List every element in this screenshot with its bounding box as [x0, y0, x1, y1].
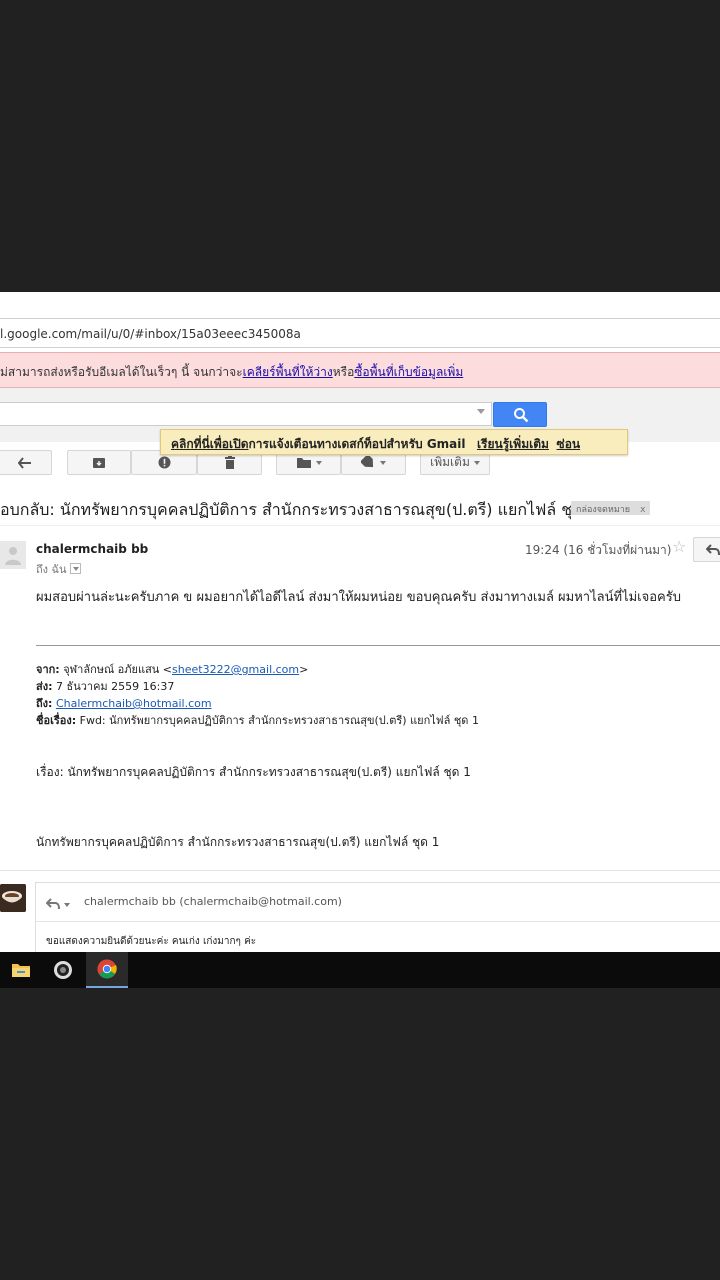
desktop-notification-prompt: คลิกที่นี่เพื่อเปิดการแจ้งเตือนทางเดสก์ท… [160, 429, 628, 455]
storage-alert-bar: ม่สามารถส่งหรือรับอีเมลได้ในเร็วๆ นี้ จน… [0, 352, 720, 388]
reply-button[interactable] [693, 537, 720, 562]
folder-icon [12, 964, 30, 977]
reply-divider [0, 870, 720, 871]
search-options-caret-icon[interactable] [477, 409, 485, 414]
archive-button[interactable] [67, 450, 131, 475]
chevron-down-icon [315, 460, 322, 465]
quoted-subject-label: ชื่อเรื่อง: [36, 714, 77, 727]
hide-prompt-link[interactable]: ซ่อน [557, 437, 581, 451]
taskbar-app[interactable] [42, 952, 84, 988]
spam-icon [158, 456, 170, 469]
alert-prefix: ม่สามารถส่งหรือรับอีเมลได้ในเร็วๆ นี้ จน… [0, 365, 243, 379]
reply-type-selector[interactable] [45, 895, 70, 914]
search-icon [514, 408, 529, 423]
avatar [0, 884, 26, 912]
quoted-to-label: ถึง: [36, 697, 53, 710]
message-body: ผมสอบผ่านล่ะนะครับภาค ข ผมอยากได้ไอดีไลน… [36, 590, 681, 605]
quoted-from-label: จาก: [36, 663, 60, 676]
search-input[interactable] [0, 402, 492, 426]
back-to-inbox-button[interactable] [0, 450, 52, 475]
quoted-to-email-link[interactable]: Chalermchaib@hotmail.com [56, 697, 212, 710]
screen-area: l.google.com/mail/u/0/#inbox/15a03eeec34… [0, 292, 720, 952]
reply-recipient: chalermchaib bb (chalermchaib@hotmail.co… [84, 895, 342, 908]
archive-icon [93, 457, 105, 468]
quoted-sent-value: 7 ธันวาคม 2559 16:37 [55, 680, 175, 693]
email-subject: อบกลับ: นักทรัพยากรบุคคลปฏิบัติการ สำนัก… [0, 500, 598, 519]
show-details-icon[interactable] [69, 563, 81, 574]
reply-body-input[interactable]: ขอแสดงความยินดีด้วยนะค่ะ คนเก่ง เก่งมากๆ… [46, 934, 256, 949]
address-bar[interactable]: l.google.com/mail/u/0/#inbox/15a03eeec34… [0, 318, 720, 348]
quoted-subject-value: Fwd: นักทรัพยากรบุคคลปฏิบัติการ สำนักกระ… [79, 714, 479, 727]
subject-row: อบกลับ: นักทรัพยากรบุคคลปฏิบัติการ สำนัก… [0, 490, 720, 526]
enable-notifications-link[interactable]: คลิกที่นี่เพื่อเปิด [171, 437, 249, 451]
quoted-from-close: > [299, 663, 309, 676]
back-arrow-icon [18, 456, 31, 469]
inbox-label-text: กล่องจดหมาย [576, 505, 631, 515]
reply-icon [45, 898, 60, 910]
taskbar-chrome[interactable] [86, 952, 128, 988]
chrome-icon [97, 959, 117, 979]
reply-icon [706, 544, 720, 556]
search-button[interactable] [493, 402, 547, 427]
remove-label-button[interactable]: x [640, 505, 645, 515]
clear-space-link[interactable]: เคลียร์พื้นที่ให้ว่าง [243, 365, 333, 379]
recipient-text: ถึง ฉัน [36, 563, 67, 576]
quoted-to: ถึง: Chalermchaib@hotmail.com [36, 694, 212, 712]
quote-divider [36, 645, 720, 646]
camera-icon [54, 961, 72, 979]
quoted-from-name: จุฬาลักษณ์ อภัยแสน < [63, 663, 173, 676]
quoted-sent: ส่ง: 7 ธันวาคม 2559 16:37 [36, 677, 174, 695]
message-time: 19:24 (16 ชั่วโมงที่ผ่านมา) [525, 543, 672, 557]
chevron-down-icon [473, 460, 480, 465]
avatar [0, 541, 26, 569]
quick-reply-box[interactable]: chalermchaib bb (chalermchaib@hotmail.co… [35, 882, 720, 952]
quoted-sent-label: ส่ง: [36, 680, 53, 693]
sender-name[interactable]: chalermchaib bb [36, 542, 148, 556]
alert-middle: หรือ [332, 365, 355, 379]
label-tag-icon [361, 456, 374, 468]
chevron-down-icon [64, 903, 70, 907]
recipient-summary: ถึง ฉัน [36, 560, 81, 578]
trash-icon [224, 456, 235, 469]
storage-alert-text: ม่สามารถส่งหรือรับอีเมลได้ในเร็วๆ นี้ จน… [0, 363, 463, 382]
quoted-body-line: นักทรัพยากรบุคคลปฏิบัติการ สำนักกระทรวงส… [36, 835, 440, 849]
url-text[interactable]: l.google.com/mail/u/0/#inbox/15a03eeec34… [0, 327, 301, 341]
windows-taskbar [0, 952, 720, 988]
taskbar-file-explorer[interactable] [0, 952, 42, 988]
coffee-cup-icon [0, 884, 26, 912]
quoted-subject: ชื่อเรื่อง: Fwd: นักทรัพยากรบุคคลปฏิบัติ… [36, 711, 479, 729]
quoted-from-email-link[interactable]: sheet3222@gmail.com [172, 663, 299, 676]
learn-more-link[interactable]: เรียนรู้เพิ่มเติม [477, 437, 549, 451]
folder-icon [296, 457, 311, 468]
notification-prompt-text: การแจ้งเตือนทางเดสก์ท็อปสำหรับ Gmail [248, 437, 466, 451]
quoted-subject-line: เรื่อง: นักทรัพยากรบุคคลปฏิบัติการ สำนัก… [36, 765, 471, 779]
reply-separator [36, 921, 720, 922]
chevron-down-icon [380, 460, 386, 465]
person-icon [5, 547, 21, 565]
more-label: เพิ่มเติม [430, 455, 470, 469]
quoted-from: จาก: จุฬาลักษณ์ อภัยแสน <sheet3222@gmail… [36, 660, 308, 678]
star-icon[interactable]: ☆ [672, 537, 686, 556]
inbox-label-chip: กล่องจดหมาย x [571, 501, 651, 515]
buy-storage-link[interactable]: ซื้อพื้นที่เก็บข้อมูลเพิ่ม [354, 365, 463, 379]
